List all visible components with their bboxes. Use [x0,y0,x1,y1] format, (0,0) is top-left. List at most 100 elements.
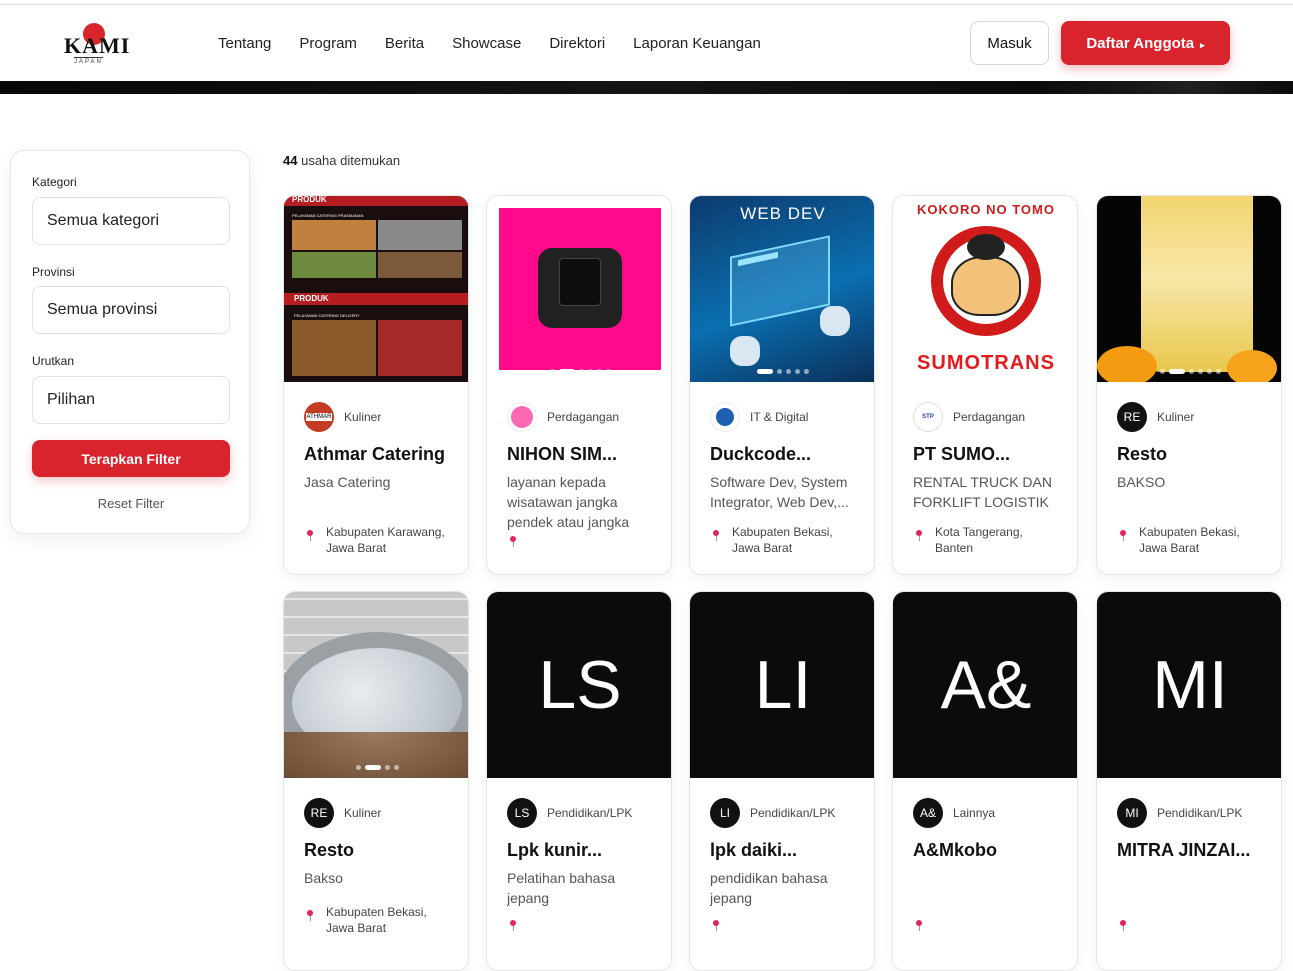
avatar: MI [1117,798,1147,828]
kami-logo[interactable]: KAMI JAPAN [60,23,130,65]
avatar: LS [507,798,537,828]
reset-filter-link[interactable]: Reset Filter [32,496,230,511]
card-description: Bakso [304,870,343,886]
card-image: PRODUK PELAYANAN CATERING PRASMANAN PROD… [284,196,468,382]
apply-filter-button[interactable]: Terapkan Filter [32,440,230,477]
media-arc-text: KOKORO NO TOMO [917,202,1055,217]
category-select[interactable]: Semua kategori [32,197,230,245]
results-number: 44 [283,153,298,168]
card-location: Kabupaten Bekasi, Jawa Barat [304,904,456,936]
card-description: BAKSO [1117,474,1166,490]
card-location [507,920,529,936]
card-image [1097,196,1281,382]
card-title[interactable]: NIHON SIM... [507,444,617,465]
sort-select[interactable]: Pilihan [32,376,230,424]
arrow-right-icon: ▸ [1200,39,1205,50]
card-category: Lainnya [953,806,996,820]
avatar: ATHMAR [304,402,334,432]
map-pin-icon [710,530,722,546]
avatar: RE [304,798,334,828]
card-meta: ATHMAR Kuliner [304,402,381,432]
location-line: Kabupaten Bekasi, [1139,525,1240,539]
card-title[interactable]: Duckcode... [710,444,811,465]
logo-sub: JAPAN [74,57,103,65]
nav-showcase[interactable]: Showcase [452,35,521,52]
business-card[interactable]: LI LI Pendidikan/LPK lpk daiki... pendid… [689,591,875,971]
nav-program[interactable]: Program [299,35,357,52]
map-pin-icon [507,536,519,552]
card-image [487,196,671,382]
category-label: Kategori [32,175,77,189]
register-button[interactable]: Daftar Anggota ▸ [1061,21,1230,65]
card-description: RENTAL TRUCK DAN FORKLIFT LOGISTIK [913,474,1052,510]
province-label: Provinsi [32,265,75,279]
card-meta: LI Pendidikan/LPK [710,798,835,828]
card-initials: MI [1097,592,1281,778]
avatar: STP [913,402,943,432]
map-pin-icon [304,910,316,926]
province-select[interactable]: Semua provinsi [32,286,230,334]
nav-tentang[interactable]: Tentang [218,35,271,52]
avatar [710,402,740,432]
avatar: RE [1117,402,1147,432]
card-image: KOKORO NO TOMO SUMOTRANS [893,196,1077,382]
results-count: 44 usaha ditemukan [283,153,400,168]
card-title[interactable]: A&Mkobo [913,840,997,861]
card-title[interactable]: MITRA JINZAI... [1117,840,1250,861]
card-title[interactable]: Resto [304,840,354,861]
card-location [507,536,529,552]
card-title[interactable]: Lpk kunir... [507,840,602,861]
card-initials: LS [487,592,671,778]
card-meta: MI Pendidikan/LPK [1117,798,1242,828]
results-suffix: usaha ditemukan [301,153,401,168]
map-pin-icon [304,530,316,546]
nav-berita[interactable]: Berita [385,35,424,52]
business-card[interactable]: MI MI Pendidikan/LPK MITRA JINZAI... [1096,591,1282,971]
business-card[interactable]: WEB DEV IT & Digital Duckcode... Softwar… [689,195,875,575]
business-card[interactable]: Perdagangan NIHON SIM... layanan kepada … [486,195,672,575]
business-card[interactable]: KOKORO NO TOMO SUMOTRANS STP Perdagangan… [892,195,1078,575]
card-description: Jasa Catering [304,474,391,490]
carousel-dots[interactable] [690,369,874,374]
card-location [913,920,935,936]
avatar [507,402,537,432]
map-pin-icon [507,920,519,936]
card-category: Perdagangan [953,410,1026,424]
card-title[interactable]: PT SUMO... [913,444,1010,465]
site-header: KAMI JAPAN Tentang Program Berita Showca… [0,5,1293,81]
card-title[interactable]: lpk daiki... [710,840,797,861]
nav-laporan-keuangan[interactable]: Laporan Keuangan [633,35,761,52]
card-location: Kabupaten Bekasi, Jawa Barat [1117,524,1269,556]
business-card[interactable]: LS LS Pendidikan/LPK Lpk kunir... Pelati… [486,591,672,971]
business-card[interactable]: A& A& Lainnya A&Mkobo [892,591,1078,971]
carousel-dots[interactable] [487,369,671,374]
card-title[interactable]: Resto [1117,444,1167,465]
card-meta: LS Pendidikan/LPK [507,798,632,828]
card-description: layanan kepada wisatawan jangka pendek a… [507,474,630,530]
location-line: Kabupaten Bekasi, [326,905,427,919]
carousel-dots[interactable] [893,369,1077,374]
card-category: IT & Digital [750,410,809,424]
card-meta: IT & Digital [710,402,808,432]
card-location [710,920,732,936]
card-image: WEB DEV [690,196,874,382]
card-meta: STP Perdagangan [913,402,1025,432]
login-button[interactable]: Masuk [970,21,1049,65]
business-card[interactable]: RE Kuliner Resto Bakso Kabupaten Bekasi,… [283,591,469,971]
carousel-dots[interactable] [284,765,468,770]
business-card[interactable]: RE Kuliner Resto BAKSO Kabupaten Bekasi,… [1096,195,1282,575]
card-initials: LI [690,592,874,778]
map-pin-icon [913,920,925,936]
card-category: Kuliner [344,410,382,424]
location-line: Kabupaten Karawang, [326,525,445,539]
card-category: Pendidikan/LPK [547,806,633,820]
card-title[interactable]: Athmar Catering [304,444,445,465]
card-description: Pelatihan bahasa jepang [507,870,616,906]
card-description: pendidikan bahasa jepang [710,870,828,906]
map-pin-icon [1117,530,1129,546]
card-category: Kuliner [1157,410,1195,424]
business-card[interactable]: PRODUK PELAYANAN CATERING PRASMANAN PROD… [283,195,469,575]
carousel-dots[interactable] [1097,369,1281,374]
nav-direktori[interactable]: Direktori [549,35,605,52]
register-label: Daftar Anggota [1086,34,1195,52]
